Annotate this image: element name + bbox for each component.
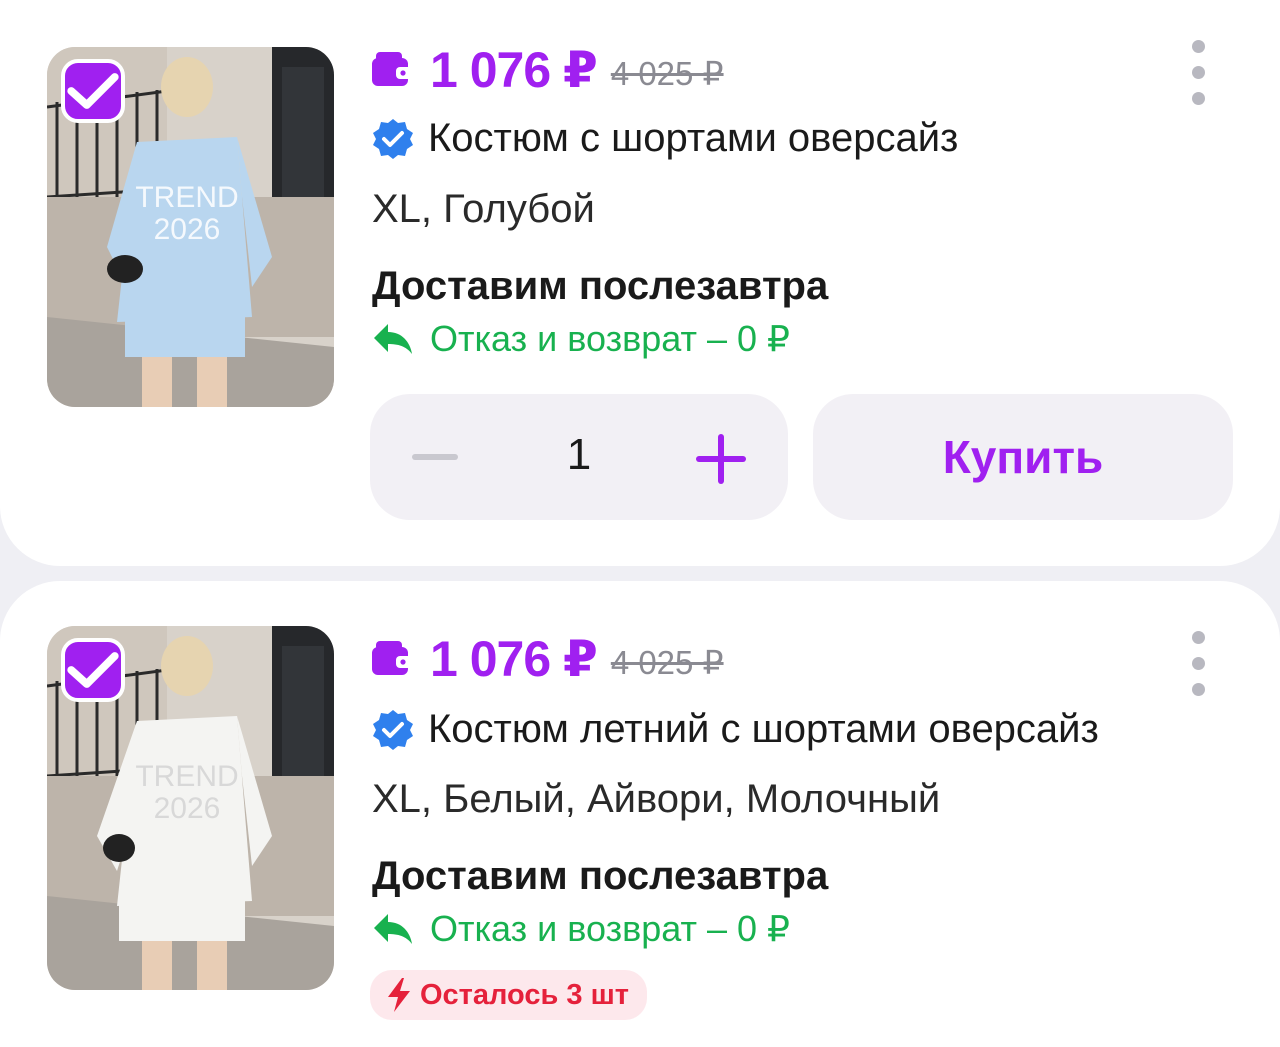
current-price: 1 076 ₽: [430, 42, 598, 98]
verified-badge-icon: [373, 118, 413, 159]
wallet-icon: [372, 641, 412, 675]
checkbox-checked-icon[interactable]: [61, 638, 125, 702]
return-text: Отказ и возврат – 0 ₽: [430, 908, 790, 949]
product-photo[interactable]: TREND 2026: [47, 626, 334, 990]
product-title-row[interactable]: Костюм летний с шортами оверсайз: [372, 707, 1099, 752]
return-info: Отказ и возврат – 0 ₽: [372, 318, 790, 360]
old-price: 4 025 ₽: [610, 54, 724, 92]
more-vertical-icon[interactable]: [1186, 631, 1210, 696]
photo-print-line1: TREND: [135, 760, 238, 793]
old-price: 4 025 ₽: [610, 643, 724, 681]
product-photo[interactable]: TREND 2026: [47, 47, 334, 407]
return-text: Отказ и возврат – 0 ₽: [430, 318, 790, 359]
cart-item-card: TREND 2026 1 076 ₽ 4 025 ₽ Костюм летний…: [0, 581, 1280, 1047]
product-title: Костюм летний с шортами оверсайз: [428, 707, 1099, 751]
photo-print-line1: TREND: [135, 181, 238, 214]
return-info: Отказ и возврат – 0 ₽: [372, 908, 790, 950]
delivery-info: Доставим послезавтра: [372, 264, 829, 308]
more-vertical-icon[interactable]: [1186, 40, 1210, 105]
price-row: 1 076 ₽ 4 025 ₽: [372, 40, 724, 100]
cart-item-card: TREND 2026 1 076 ₽ 4 025 ₽ Костюм с шорт…: [0, 0, 1280, 566]
stock-text: Осталось 3 шт: [420, 978, 629, 1011]
photo-print-line2: 2026: [154, 792, 221, 825]
buy-button[interactable]: Купить: [813, 394, 1233, 520]
delivery-info: Доставим послезавтра: [372, 854, 829, 898]
verified-badge-icon: [373, 709, 413, 750]
quantity-stepper: 1: [370, 394, 788, 520]
checkbox-checked-icon[interactable]: [61, 59, 125, 123]
product-title: Костюм с шортами оверсайз: [428, 116, 959, 160]
wallet-icon: [372, 52, 412, 86]
stock-badge: Осталось 3 шт: [370, 970, 647, 1020]
return-arrow-icon: [374, 324, 412, 354]
plus-icon[interactable]: [696, 434, 746, 484]
photo-print-line2: 2026: [154, 213, 221, 246]
lightning-icon: [388, 978, 410, 1012]
price-row: 1 076 ₽ 4 025 ₽: [372, 629, 724, 689]
product-variant: XL, Голубой: [372, 187, 595, 231]
product-variant: XL, Белый, Айвори, Молочный: [372, 777, 941, 821]
product-title-row[interactable]: Костюм с шортами оверсайз: [372, 116, 958, 161]
current-price: 1 076 ₽: [430, 631, 598, 687]
return-arrow-icon: [374, 914, 412, 944]
